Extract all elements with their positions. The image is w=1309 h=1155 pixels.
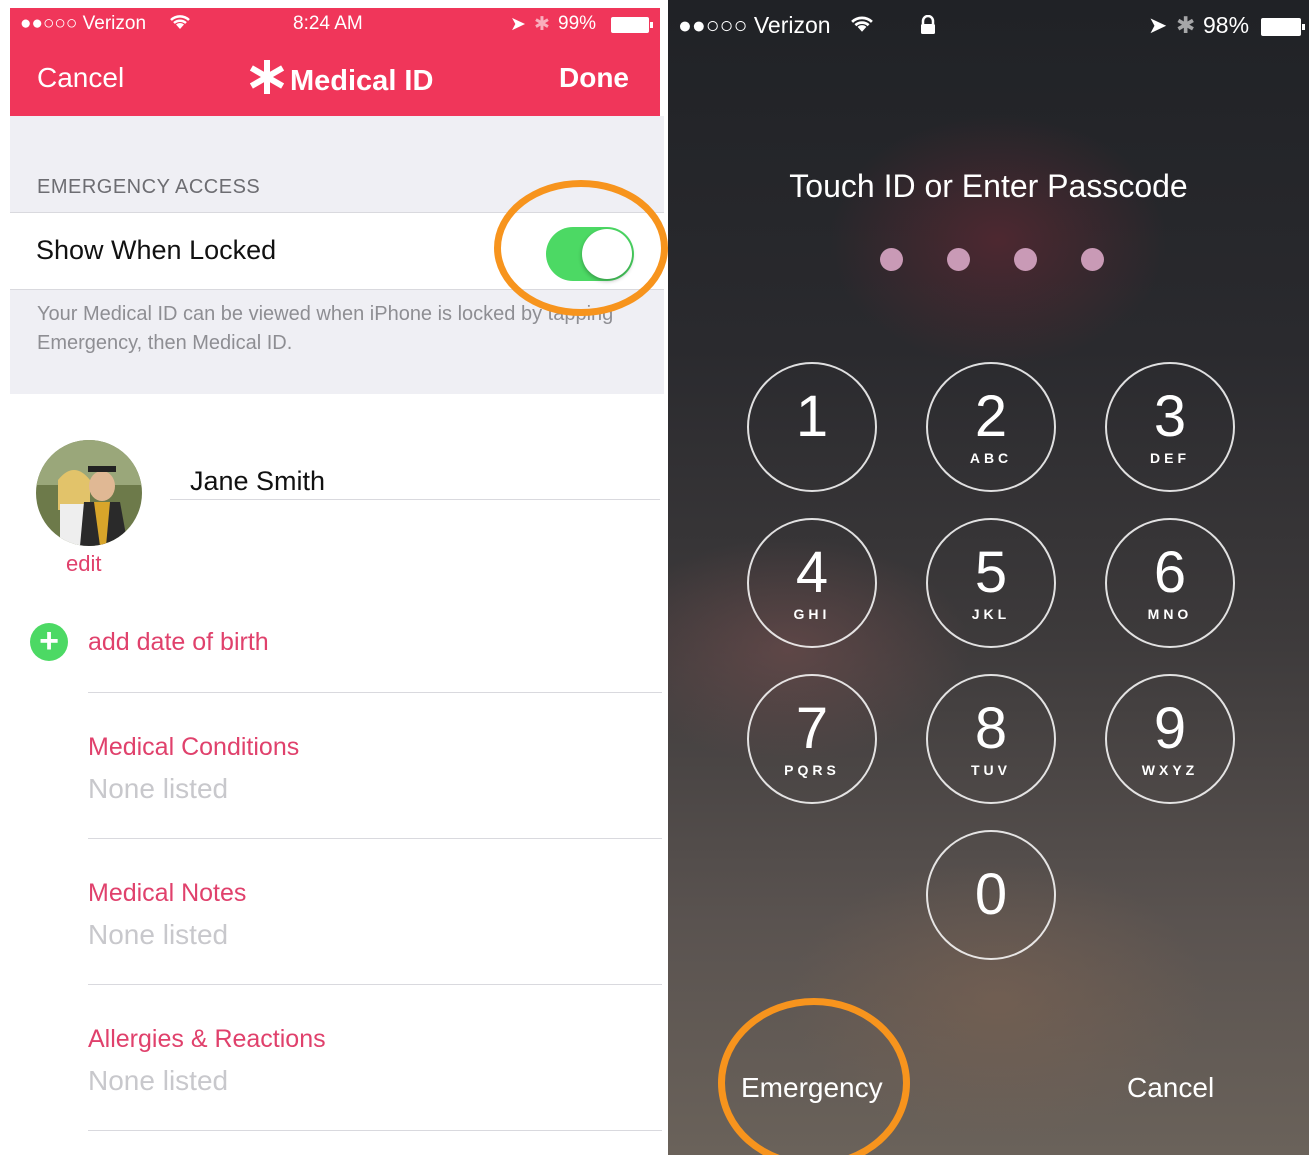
medical-id-screen: ●●○○○ Verizon 8:24 AM ➤ ✱ 99% Cancel Med… [0,0,668,1155]
status-bar: ●●○○○ Verizon ➤ ✱ 98% [668,8,1309,46]
battery-percent: 99% [558,13,597,34]
lock-icon [920,14,936,41]
key-letters: GHI [793,606,831,622]
plus-icon: + [30,623,68,661]
toggle-label: Show When Locked [36,235,277,265]
key-0[interactable]: 0 [926,830,1056,960]
medical-asterisk-icon [249,59,285,102]
key-6[interactable]: 6 MNO [1105,518,1235,648]
field-title: Medical Notes [88,879,247,907]
key-digit: 3 [1153,384,1187,449]
location-arrow-icon: ➤ [1148,12,1168,38]
wifi-icon [168,11,192,37]
key-8[interactable]: 8 TUV [926,674,1056,804]
field-value: None listed [88,1065,229,1096]
section-header: EMERGENCY ACCESS [37,176,261,198]
key-digit: 2 [974,384,1008,449]
bluetooth-icon: ✱ [1176,12,1196,38]
add-date-of-birth-row[interactable]: + add date of birth [30,623,269,661]
edit-photo-link[interactable]: edit [66,551,101,577]
passcode-prompt: Touch ID or Enter Passcode [789,168,1188,204]
field-value: None listed [88,919,229,950]
key-digit: 0 [974,862,1008,927]
key-4[interactable]: 4 GHI [747,518,877,648]
key-2[interactable]: 2 ABC [926,362,1056,492]
key-letters: JKL [971,606,1011,622]
list-separator [88,1130,662,1155]
done-button[interactable]: Done [559,62,629,94]
key-letters: DEF [1150,450,1190,466]
key-7[interactable]: 7 PQRS [747,674,877,804]
status-bar: ●●○○○ Verizon 8:24 AM ➤ ✱ 99% [10,8,660,42]
passcode-dots [880,248,1104,271]
nav-bar: Cancel Medical ID Done [10,42,660,116]
key-digit: 1 [795,384,829,449]
battery-icon [610,16,654,40]
lock-screen-passcode: ●●○○○ Verizon ➤ ✱ 98% Touch ID or Enter … [668,0,1309,1155]
key-letters: WXYZ [1141,762,1199,778]
key-digit: 5 [974,540,1008,605]
battery-percent: 98% [1203,12,1250,38]
add-date-of-birth-label: add date of birth [88,627,269,656]
key-letters: TUV [971,762,1011,778]
passcode-dot [880,248,903,271]
key-letters: MNO [1147,606,1193,622]
key-letters: ABC [969,450,1013,466]
key-digit: 7 [795,696,829,761]
title-text: Medical ID [290,64,434,97]
avatar[interactable] [36,440,142,546]
medical-notes-field[interactable]: Medical Notes None listed [88,838,662,984]
page-title: Medical ID [249,59,434,102]
wifi-icon [848,12,876,40]
location-arrow-icon: ➤ [510,14,526,35]
allergies-field[interactable]: Allergies & Reactions None listed [88,984,662,1130]
key-digit: 4 [795,540,829,605]
clock: 8:24 AM [293,13,363,34]
cancel-button[interactable]: Cancel [37,62,124,94]
key-digit: 8 [974,696,1008,761]
key-1[interactable]: 1 [747,362,877,492]
key-5[interactable]: 5 JKL [926,518,1056,648]
key-9[interactable]: 9 WXYZ [1105,674,1235,804]
passcode-dot [1081,248,1104,271]
key-letters: PQRS [784,762,840,778]
carrier-label: ●●○○○ Verizon [678,12,831,38]
passcode-dot [947,248,970,271]
field-value: None listed [88,773,229,804]
passcode-dot [1014,248,1037,271]
battery-icon [1260,16,1306,43]
field-title: Allergies & Reactions [88,1025,326,1053]
carrier-label: ●●○○○ Verizon [20,13,147,34]
name-value: Jane Smith [190,466,326,496]
highlight-circle-emergency [718,998,910,1155]
highlight-circle-toggle [494,180,668,316]
bluetooth-icon: ✱ [534,14,550,35]
cancel-button[interactable]: Cancel [1127,1072,1214,1104]
key-digit: 6 [1153,540,1187,605]
key-digit: 9 [1153,696,1187,761]
field-title: Medical Conditions [88,733,300,761]
name-field[interactable]: Jane Smith [170,464,660,500]
medical-conditions-field[interactable]: Medical Conditions None listed [88,692,662,838]
key-3[interactable]: 3 DEF [1105,362,1235,492]
